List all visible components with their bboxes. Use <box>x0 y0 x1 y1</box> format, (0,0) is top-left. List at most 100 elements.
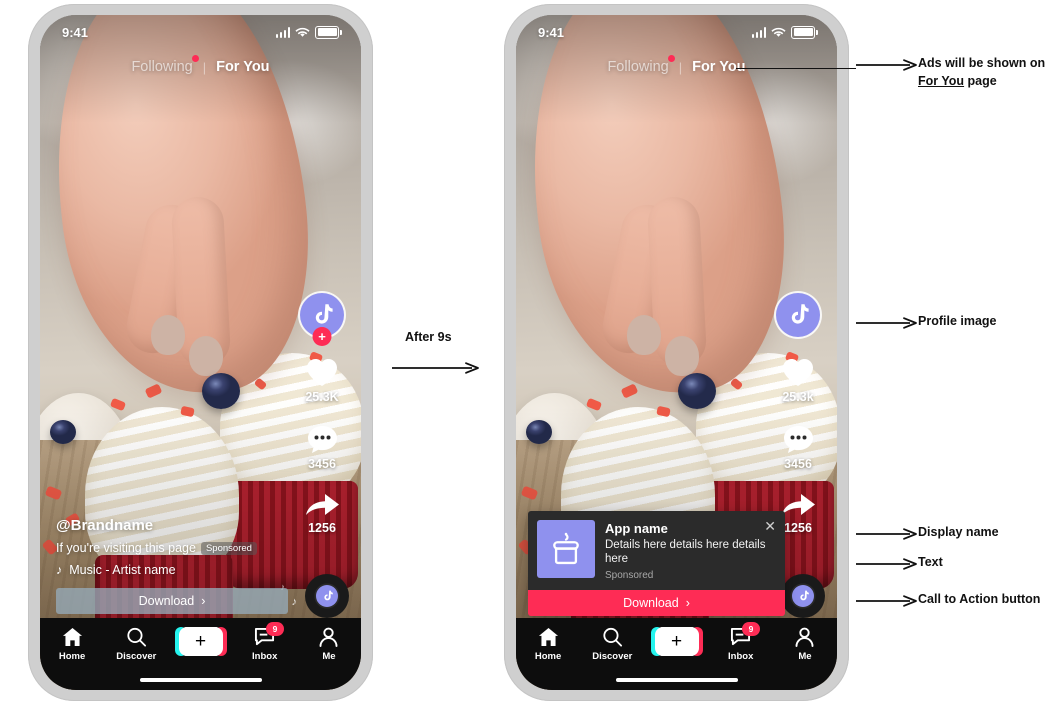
annotation-line-2: For You page <box>918 73 1045 91</box>
person-icon <box>319 627 338 647</box>
transition-arrow-icon <box>392 362 479 374</box>
inbox-badge: 9 <box>265 622 284 636</box>
nav-item-home[interactable]: Home <box>516 627 580 662</box>
follow-plus-badge[interactable]: + <box>312 327 332 346</box>
display-name[interactable]: @Brandname <box>56 517 288 534</box>
cta-button-after[interactable]: Download › <box>528 590 785 616</box>
battery-icon <box>791 25 818 39</box>
share-action[interactable]: 1256 <box>305 491 340 535</box>
nav-item-home[interactable]: Home <box>40 627 104 662</box>
annotation-rest: page <box>964 73 997 88</box>
mockup-canvas: 9:41 Following | For You + 25.3K 3456 12… <box>0 0 1058 705</box>
tab-separator: | <box>202 59 207 75</box>
ad-app-name: App name <box>605 520 668 536</box>
plus-icon[interactable]: + <box>174 627 227 656</box>
annotation-line-1: Ads will be shown on <box>918 56 1046 70</box>
share-action[interactable]: 1256 <box>781 491 816 535</box>
cta-label: Download <box>138 594 195 608</box>
search-icon <box>603 627 622 647</box>
cta-button-before[interactable]: Download › <box>56 588 288 614</box>
chevron-right-icon: › <box>685 596 690 610</box>
share-arrow-icon <box>781 494 815 515</box>
annotation-underlined: For You <box>918 73 965 88</box>
annotation-profile-image: Profile image <box>856 313 997 331</box>
wifi-icon <box>295 27 310 37</box>
phone-frame-after: 9:41 Following | For You 25.3k 3456 1256… <box>504 4 849 701</box>
like-action[interactable]: 25.3k <box>781 357 815 404</box>
callout-line-for-you <box>736 68 856 69</box>
status-time: 9:41 <box>62 24 89 40</box>
heart-icon <box>783 359 813 386</box>
like-count: 25.3K <box>305 390 339 404</box>
nav-label-home: Home <box>534 651 562 662</box>
sponsored-tag: Sponsored <box>200 542 257 555</box>
video-caption-block: @Brandname If you're visiting this page S… <box>56 517 288 614</box>
home-icon <box>62 627 82 647</box>
nav-label-me: Me <box>798 651 812 662</box>
signal-bars-icon <box>275 26 290 38</box>
share-arrow-icon <box>305 494 339 515</box>
music-label: Music - Artist name <box>69 563 176 577</box>
comment-action[interactable]: 3456 <box>782 424 815 471</box>
comment-count: 3456 <box>784 457 812 471</box>
app-icon <box>537 519 595 578</box>
annotation-line-1: Display name <box>918 525 999 539</box>
annotation-arrow-icon <box>856 59 917 71</box>
nav-item-add[interactable]: + <box>644 627 708 656</box>
nav-label-discover: Discover <box>116 651 157 662</box>
annotation-arrow-icon <box>856 317 917 329</box>
tab-separator: | <box>678 59 683 75</box>
close-icon[interactable]: ✕ <box>764 519 776 533</box>
heart-icon <box>307 359 337 386</box>
comment-action[interactable]: 3456 <box>306 424 339 471</box>
nav-label-me: Me <box>322 651 336 662</box>
nav-item-discover[interactable]: Discover <box>580 627 644 662</box>
music-row[interactable]: ♪ Music - Artist name <box>56 563 288 577</box>
tab-following[interactable]: Following <box>131 55 199 75</box>
nav-item-inbox[interactable]: 9 Inbox <box>233 622 297 662</box>
nav-label-inbox: Inbox <box>252 651 278 662</box>
ad-sponsored-label: Sponsored <box>605 570 654 581</box>
signal-bars-icon <box>751 26 766 38</box>
top-tabs: Following | For You <box>40 53 361 81</box>
chevron-right-icon: › <box>201 594 206 608</box>
annotation-cta-button: Call to Action button <box>856 591 1040 609</box>
battery-icon <box>315 25 342 39</box>
profile-avatar[interactable] <box>776 293 820 337</box>
tab-for-you[interactable]: For You <box>692 59 745 75</box>
tab-following[interactable]: Following <box>607 55 675 75</box>
phone-frame-before: 9:41 Following | For You + 25.3K 3456 12… <box>28 4 373 701</box>
like-count: 25.3k <box>782 390 814 404</box>
tab-for-you[interactable]: For You <box>216 59 269 75</box>
plus-icon[interactable]: + <box>650 627 703 656</box>
disc-note-icon <box>799 590 809 601</box>
nav-label-discover: Discover <box>592 651 633 662</box>
nav-item-me[interactable]: Me <box>297 627 361 662</box>
comment-dots-icon <box>783 426 813 453</box>
annotation-line-1: Call to Action button <box>918 592 1041 606</box>
top-tabs-after: Following | For You <box>516 53 837 81</box>
like-action[interactable]: 25.3K <box>305 357 339 404</box>
annotation-line-1: Profile image <box>918 314 997 328</box>
home-indicator <box>139 678 262 682</box>
nav-item-discover[interactable]: Discover <box>104 627 168 662</box>
annotation-text: Text <box>856 554 943 572</box>
share-count: 1256 <box>308 521 336 535</box>
nav-item-inbox[interactable]: 9 Inbox <box>709 622 773 662</box>
nav-label-inbox: Inbox <box>728 651 754 662</box>
tab-following-label: Following <box>131 59 193 75</box>
phone-screen-after: 9:41 Following | For You 25.3k 3456 1256… <box>516 15 837 690</box>
annotation-display-name: Display name <box>856 524 999 542</box>
music-disc-icon[interactable] <box>781 574 825 618</box>
ad-card: App name Details here details here detai… <box>528 510 785 616</box>
profile-avatar[interactable]: + <box>300 293 344 346</box>
nav-item-me[interactable]: Me <box>773 627 837 662</box>
nav-label-home: Home <box>58 651 86 662</box>
following-badge-dot <box>667 55 675 62</box>
music-disc-icon[interactable] <box>305 574 349 618</box>
tiktok-note-icon <box>315 304 333 324</box>
comment-count: 3456 <box>308 457 336 471</box>
ad-details-text: Details here details here details here <box>605 538 766 566</box>
annotation-arrow-icon <box>856 558 917 570</box>
nav-item-add[interactable]: + <box>168 627 232 656</box>
